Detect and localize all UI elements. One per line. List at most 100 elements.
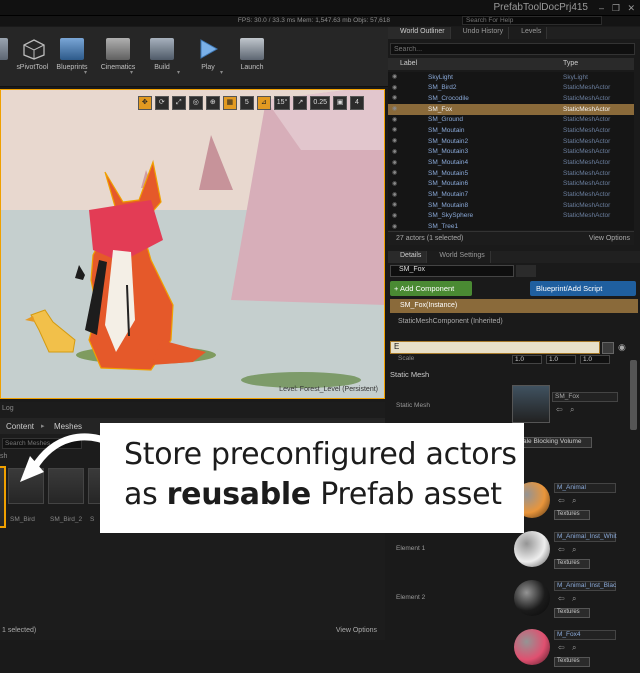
rotation-snap-value[interactable]: 15° [273, 96, 291, 110]
arrow-left-icon[interactable]: ⇦ [558, 545, 565, 554]
material-thumbnail[interactable] [514, 629, 550, 665]
material-picker[interactable]: M_Animal_Inst_Blac [554, 581, 616, 591]
outliner-row[interactable]: ◉ SM_Moutain StaticMeshActor [388, 125, 634, 136]
actor-name-field[interactable]: SM_Fox [390, 265, 514, 277]
outliner-row[interactable]: ◉ SM_Moutain8 StaticMeshActor [388, 200, 634, 211]
translate-tool[interactable]: ✥ [137, 96, 152, 110]
static-mesh-thumbnail[interactable] [512, 385, 550, 423]
asset-tile-selected[interactable] [0, 466, 6, 528]
maximize-icon[interactable]: ❐ [612, 3, 620, 14]
outliner-row[interactable]: ◉ SM_Ground StaticMeshActor [388, 115, 634, 126]
chevron-down-icon[interactable]: ▾ [220, 69, 223, 76]
tab-levels[interactable]: Levels [509, 27, 548, 39]
view-options-button[interactable]: View Options [589, 235, 630, 242]
details-search-input[interactable]: E [390, 341, 600, 354]
tab-world-outliner[interactable]: World Outliner [388, 27, 451, 39]
minimize-icon[interactable]: – [599, 3, 604, 13]
help-search-input[interactable] [462, 16, 602, 25]
visibility-eye-icon[interactable]: ◉ [392, 223, 397, 230]
search-icon[interactable]: ⌕ [570, 405, 574, 415]
outliner-row[interactable]: ◉ SM_Moutain6 StaticMeshActor [388, 179, 634, 190]
visibility-eye-icon[interactable]: ◉ [392, 148, 397, 155]
outliner-row[interactable]: ◉ SM_Moutain3 StaticMeshActor [388, 147, 634, 158]
grid-view-icon[interactable] [602, 342, 614, 354]
details-scrollbar[interactable] [630, 360, 637, 430]
outliner-row[interactable]: ◉ SM_Moutain4 StaticMeshActor [388, 158, 634, 169]
textures-dropdown[interactable]: Textures [554, 608, 590, 618]
arrow-left-icon[interactable]: ⇦ [556, 405, 563, 414]
visibility-eye-icon[interactable]: ◉ [392, 73, 397, 80]
outliner-row[interactable]: ◉ SM_Fox StaticMeshActor [388, 104, 634, 115]
grid-size-value[interactable]: 5 [239, 96, 254, 110]
outliner-row[interactable]: ◉ SM_Moutain2 StaticMeshActor [388, 136, 634, 147]
eye-icon[interactable]: ◉ [618, 342, 626, 353]
visibility-eye-icon[interactable]: ◉ [392, 105, 397, 112]
static-mesh-picker[interactable]: SM_Fox [552, 392, 618, 402]
material-picker[interactable]: M_Animal_Inst_Whit [554, 532, 617, 542]
search-icon[interactable]: ⌕ [572, 643, 576, 653]
material-picker[interactable]: M_Animal [554, 483, 616, 493]
surface-snap-toggle[interactable]: ⊕ [205, 96, 220, 110]
arrow-left-icon[interactable]: ⇦ [558, 496, 565, 505]
outliner-search-input[interactable] [390, 43, 635, 55]
visibility-eye-icon[interactable]: ◉ [392, 191, 397, 198]
search-icon[interactable]: ⌕ [572, 594, 576, 604]
camera-speed-icon[interactable]: ▣ [333, 96, 347, 110]
visibility-eye-icon[interactable]: ◉ [392, 169, 397, 176]
outliner-row[interactable]: ◉ SM_Bird2 StaticMeshActor [388, 83, 634, 94]
arrow-left-icon[interactable]: ⇦ [558, 594, 565, 603]
visibility-eye-icon[interactable]: ◉ [392, 159, 397, 166]
visibility-eye-icon[interactable]: ◉ [392, 201, 397, 208]
build-button[interactable]: Build [136, 35, 188, 83]
tab-details[interactable]: Details [388, 251, 428, 263]
level-viewport[interactable]: ✥ ⟳ ⤢ ◎ ⊕ ▦ 5 ⊿ 15° ↗ 0.25 ▣ 4 Level: Fo… [0, 89, 385, 399]
tab-undo-history[interactable]: Undo History [450, 27, 510, 39]
rotation-snap-toggle[interactable]: ⊿ [256, 96, 271, 110]
material-thumbnail[interactable] [514, 531, 550, 567]
scale-y-input[interactable]: 1.0 [546, 355, 576, 364]
scale-snap-toggle[interactable]: ↗ [293, 96, 308, 110]
outliner-row[interactable]: ◉ SM_Moutain5 StaticMeshActor [388, 168, 634, 179]
tab-world-settings[interactable]: World Settings [427, 251, 491, 263]
blueprint-add-script-button[interactable]: Blueprint/Add Script [530, 281, 636, 296]
blueprints-button[interactable]: Blueprints [46, 35, 98, 83]
textures-dropdown[interactable]: Textures [554, 657, 590, 667]
outliner-row[interactable]: ◉ SM_Moutain7 StaticMeshActor [388, 190, 634, 201]
label-column-header[interactable]: Label [400, 60, 417, 67]
outliner-row[interactable]: ◉ SM_SkySphere StaticMeshActor [388, 211, 634, 222]
search-icon[interactable]: ⌕ [572, 545, 576, 555]
visibility-eye-icon[interactable]: ◉ [392, 116, 397, 123]
close-icon[interactable]: ✕ [627, 3, 635, 14]
rotate-tool[interactable]: ⟳ [154, 96, 169, 110]
static-mesh-component-row[interactable]: StaticMeshComponent (Inherited) [398, 318, 503, 325]
visibility-eye-icon[interactable]: ◉ [392, 212, 397, 219]
grid-snap-toggle[interactable]: ▦ [222, 96, 237, 110]
textures-dropdown[interactable]: Textures [554, 510, 590, 520]
scale-x-input[interactable]: 1.0 [512, 355, 542, 364]
material-thumbnail[interactable] [514, 580, 550, 616]
static-mesh-section-header[interactable]: Static Mesh [390, 370, 636, 381]
arrow-left-icon[interactable]: ⇦ [558, 643, 565, 652]
chevron-down-icon[interactable]: ▾ [130, 69, 133, 76]
scale-snap-value[interactable]: 0.25 [310, 96, 330, 110]
chevron-down-icon[interactable]: ▾ [84, 69, 87, 76]
component-instance-row[interactable]: SM_Fox(Instance) [390, 299, 638, 313]
visibility-eye-icon[interactable]: ◉ [392, 94, 397, 101]
collision-preset-dropdown[interactable]: ale Blocking Volume [520, 437, 592, 448]
visibility-eye-icon[interactable]: ◉ [392, 137, 397, 144]
chevron-down-icon[interactable]: ▾ [177, 69, 180, 76]
material-picker[interactable]: M_Fox4 [554, 630, 616, 640]
lock-icon[interactable] [516, 265, 536, 277]
scale-z-input[interactable]: 1.0 [580, 355, 610, 364]
textures-dropdown[interactable]: Textures [554, 559, 590, 569]
visibility-eye-icon[interactable]: ◉ [392, 84, 397, 91]
visibility-eye-icon[interactable]: ◉ [392, 126, 397, 133]
tab-output-log[interactable]: Log [0, 403, 60, 415]
content-view-options-button[interactable]: View Options [336, 627, 377, 634]
outliner-row[interactable]: ◉ SkyLight SkyLight [388, 72, 634, 83]
outliner-row[interactable]: ◉ SM_Crocodile StaticMeshActor [388, 93, 634, 104]
camera-speed-value[interactable]: 4 [350, 96, 364, 110]
visibility-eye-icon[interactable]: ◉ [392, 180, 397, 187]
world-space-toggle[interactable]: ◎ [188, 96, 203, 110]
add-component-button[interactable]: + Add Component [390, 281, 472, 296]
